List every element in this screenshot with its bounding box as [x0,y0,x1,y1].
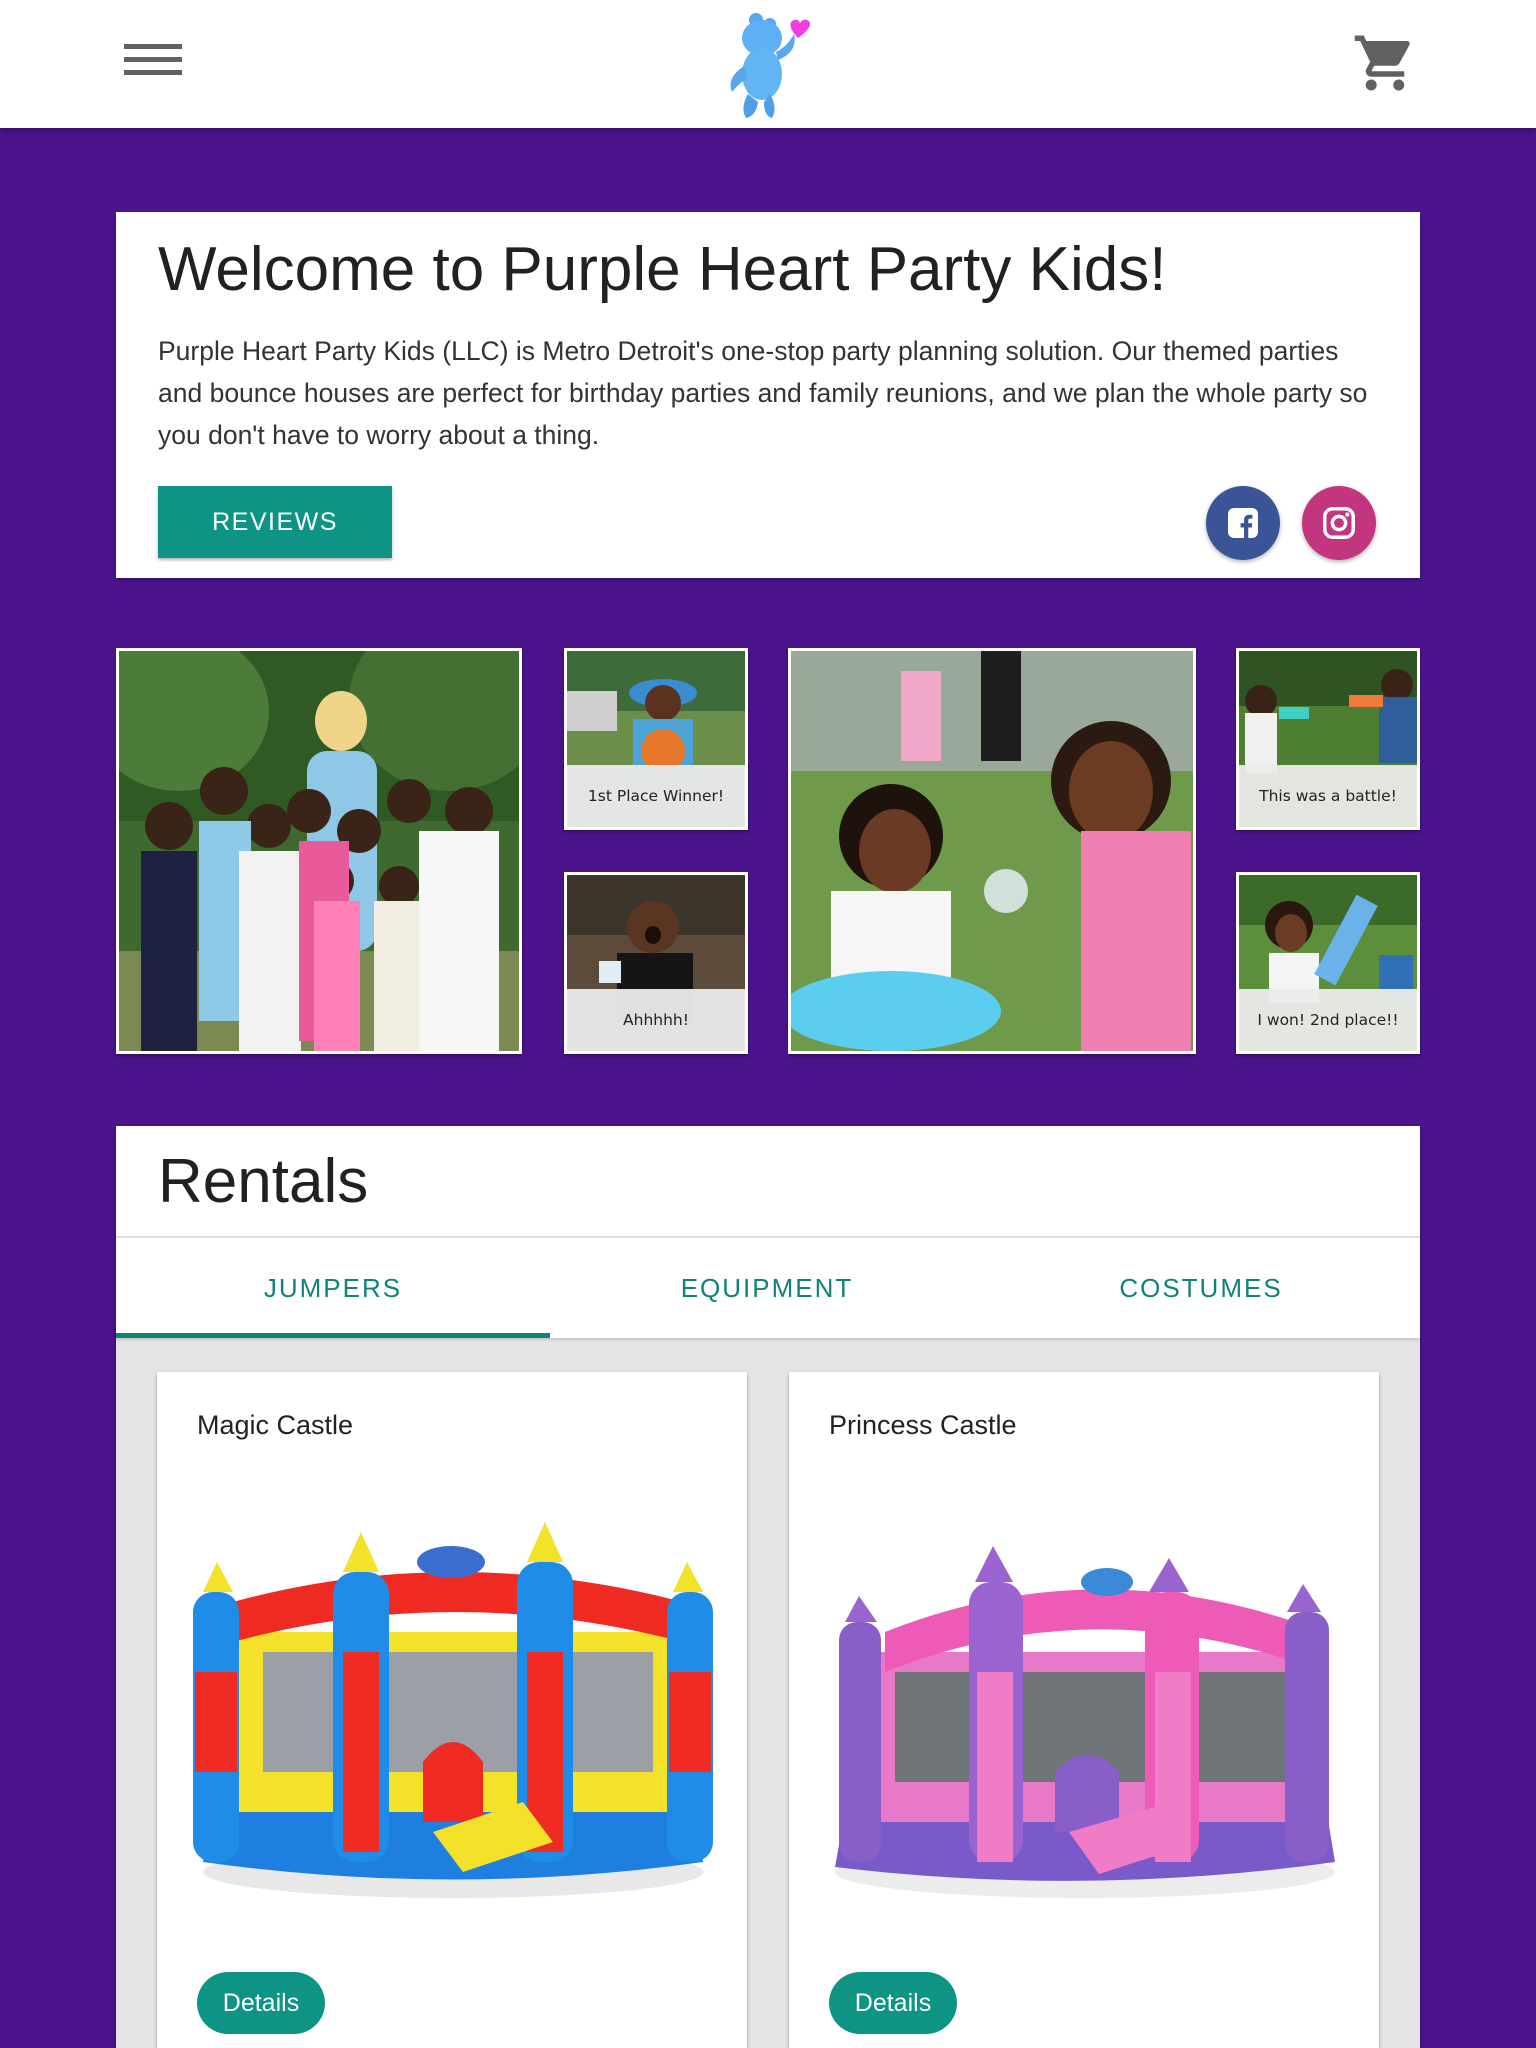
gallery-photo-ahhhhh[interactable]: Ahhhhh! [564,872,748,1054]
rental-item-card[interactable]: Magic Castle Details [157,1372,747,2048]
princess-castle-image [825,1502,1345,1902]
gallery-caption: Ahhhhh! [567,989,745,1051]
welcome-title: Welcome to Purple Heart Party Kids! [158,235,1167,304]
rental-item-card[interactable]: Princess Castle Details [789,1372,1379,2048]
gallery-photo-battle[interactable]: This was a battle! [1236,648,1420,830]
gallery-photo-1st-place[interactable]: 1st Place Winner! [564,648,748,830]
tab-equipment[interactable]: EQUIPMENT [550,1238,984,1338]
reviews-button[interactable]: REVIEWS [158,486,392,558]
instagram-icon[interactable] [1302,486,1376,560]
details-button[interactable]: Details [197,1972,325,2034]
shopping-cart-icon[interactable] [1352,30,1418,96]
rental-item-name: Magic Castle [197,1410,354,1440]
gallery-photo-group-kids[interactable] [116,648,522,1054]
tab-jumpers[interactable]: JUMPERS [116,1238,550,1338]
purple-bear-heart-logo[interactable] [718,8,818,120]
magic-castle-image [193,1502,713,1902]
hamburger-menu-icon[interactable] [108,36,198,92]
gallery-caption: This was a battle! [1239,765,1417,827]
welcome-card: Welcome to Purple Heart Party Kids! Purp… [116,212,1420,578]
welcome-description: Purple Heart Party Kids (LLC) is Metro D… [158,336,1368,450]
details-button[interactable]: Details [829,1972,957,2034]
top-app-bar [0,0,1536,128]
tab-costumes[interactable]: COSTUMES [984,1238,1418,1338]
gallery-caption: 1st Place Winner! [567,765,745,827]
gallery-photo-face-paint[interactable] [788,648,1196,1054]
rental-item-name: Princess Castle [829,1410,1017,1440]
gallery-caption: I won! 2nd place!! [1239,989,1417,1051]
rentals-header: Rentals [116,1126,1420,1238]
gallery-photo-2nd-place[interactable]: I won! 2nd place!! [1236,872,1420,1054]
facebook-icon[interactable] [1206,486,1280,560]
rentals-title: Rentals [158,1147,369,1216]
rentals-card: Rentals JUMPERS EQUIPMENT COSTUMES Magic… [116,1126,1420,2048]
rentals-tabs: JUMPERS EQUIPMENT COSTUMES [116,1238,1420,1338]
